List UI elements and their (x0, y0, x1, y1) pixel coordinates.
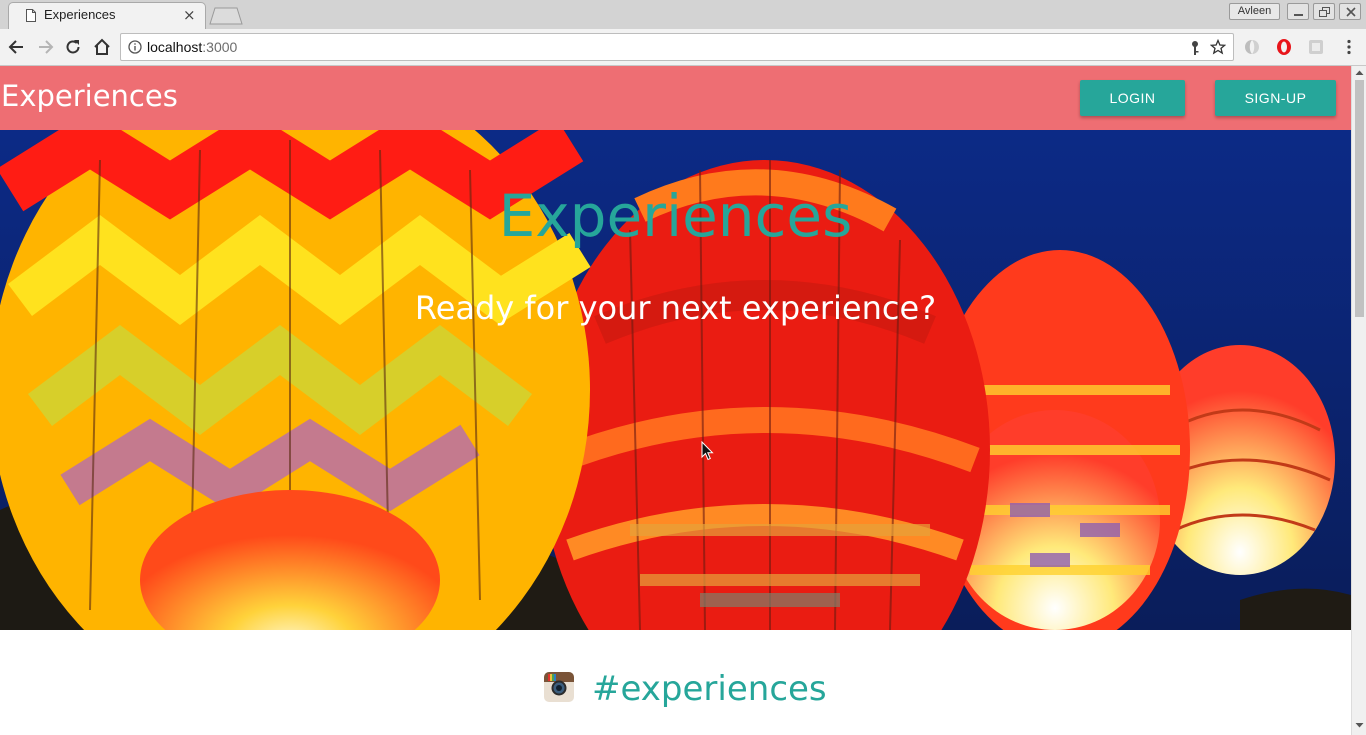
page-scrollbar[interactable] (1351, 66, 1366, 735)
browser-tab-bar: Experiences × Avleen (0, 0, 1366, 29)
tab-close-icon[interactable]: × (183, 6, 196, 24)
home-icon[interactable] (92, 37, 112, 57)
scroll-down-arrow-icon[interactable] (1355, 722, 1364, 729)
hero-banner: Experiences Ready for your next experien… (0, 130, 1351, 630)
web-page: Experiences LOGIN SIGN-UP Experiences Re… (0, 66, 1351, 735)
signup-button[interactable]: SIGN-UP (1215, 80, 1336, 116)
star-icon[interactable] (1210, 39, 1226, 55)
hero-tagline: Ready for your next experience? (414, 289, 937, 327)
tab-title: Experiences (44, 7, 116, 22)
browser-tab[interactable]: Experiences × (8, 2, 206, 29)
window-restore-button[interactable] (1313, 3, 1335, 20)
scroll-up-arrow-icon[interactable] (1355, 69, 1364, 76)
window-close-button[interactable] (1339, 3, 1361, 20)
close-icon (1346, 7, 1356, 17)
address-bar[interactable]: localhost:3000 (120, 33, 1234, 61)
forward-arrow-icon[interactable] (35, 37, 55, 57)
key-icon[interactable] (1189, 40, 1201, 56)
hero-title: Experiences (498, 182, 853, 250)
instagram-icon (544, 672, 574, 702)
browser-toolbar: localhost:3000 (0, 29, 1366, 66)
url-text[interactable]: localhost:3000 (147, 39, 237, 55)
info-icon[interactable] (128, 40, 142, 54)
mouse-cursor-icon (701, 441, 714, 461)
login-button[interactable]: LOGIN (1080, 80, 1185, 116)
new-tab-button[interactable] (209, 7, 243, 25)
site-navbar: Experiences LOGIN SIGN-UP (0, 66, 1351, 130)
brand-logo[interactable]: Experiences (1, 79, 178, 113)
extension-icon[interactable] (1307, 38, 1325, 56)
back-arrow-icon[interactable] (7, 37, 27, 57)
restore-icon (1319, 7, 1330, 17)
document-icon (26, 9, 36, 22)
extension-icon[interactable] (1243, 38, 1261, 56)
minimize-icon (1294, 14, 1303, 16)
instagram-feed-header: #experiences (0, 665, 1351, 725)
window-minimize-button[interactable] (1287, 3, 1309, 20)
menu-dots-icon[interactable] (1340, 38, 1358, 56)
scrollbar-thumb[interactable] (1355, 80, 1364, 317)
hashtag-heading: #experiences (592, 669, 827, 709)
reload-icon[interactable] (63, 37, 83, 57)
opera-icon[interactable] (1275, 38, 1293, 56)
profile-button[interactable]: Avleen (1229, 3, 1280, 20)
